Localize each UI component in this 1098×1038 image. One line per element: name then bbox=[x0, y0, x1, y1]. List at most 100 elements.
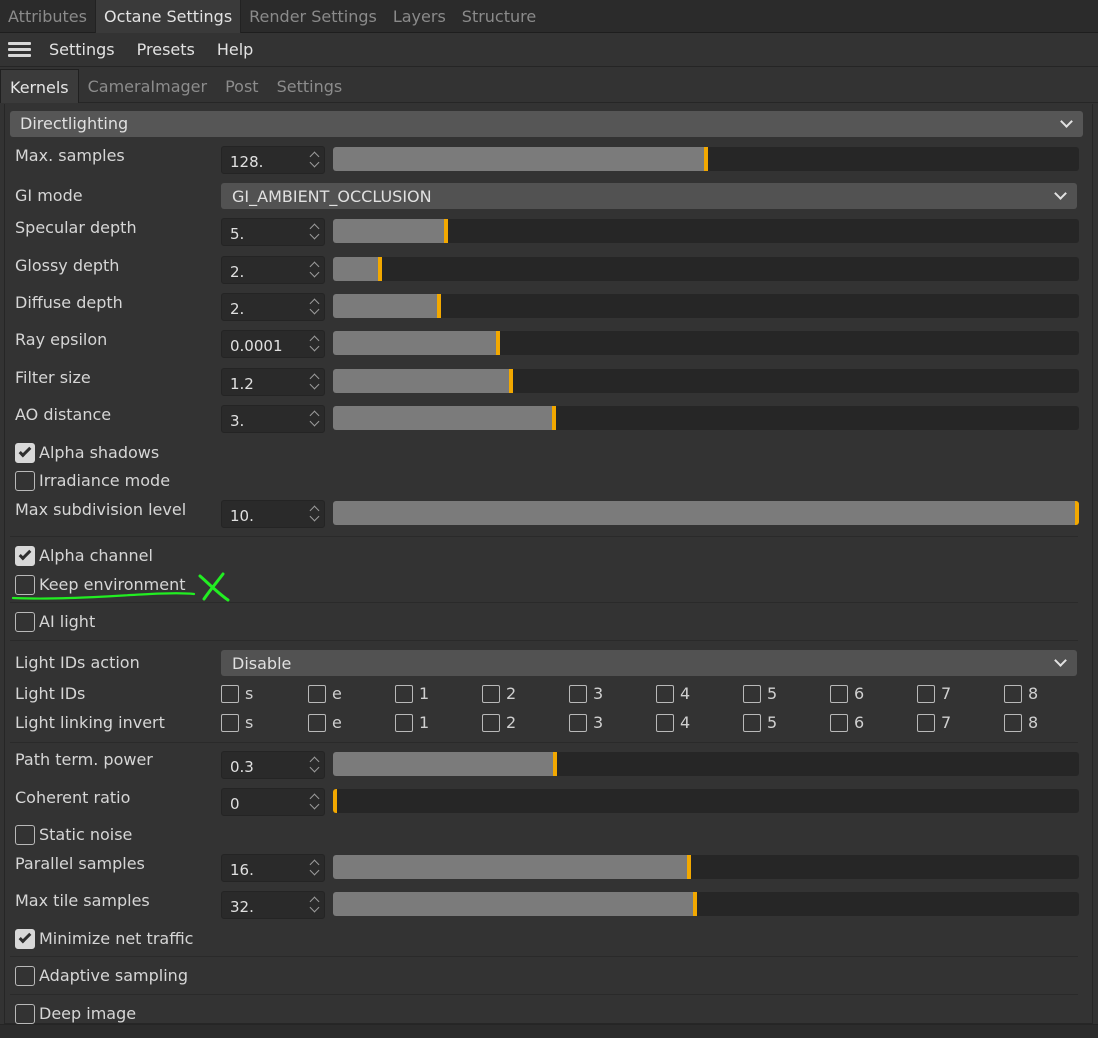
menu-bar: Settings Presets Help bbox=[0, 33, 1098, 67]
max-tile-samples-slider[interactable] bbox=[333, 892, 1079, 916]
slider-handle[interactable] bbox=[704, 147, 708, 171]
light-ids-label-7: 7 bbox=[941, 684, 952, 703]
filter-size-input[interactable]: 1.2 bbox=[221, 368, 325, 396]
light-ids-checkbox-8[interactable] bbox=[1004, 685, 1022, 703]
spinner-icon[interactable] bbox=[309, 149, 321, 171]
slider-handle[interactable] bbox=[693, 892, 697, 916]
coherent-ratio-slider[interactable] bbox=[333, 789, 1079, 813]
spinner-icon[interactable] bbox=[309, 791, 321, 813]
path-term-power-input[interactable]: 0.3 bbox=[221, 751, 325, 779]
spinner-icon[interactable] bbox=[309, 259, 321, 281]
light-linking-invert-checkbox-4[interactable] bbox=[656, 714, 674, 732]
ao-distance-input[interactable]: 3. bbox=[221, 405, 325, 433]
ray-epsilon-slider[interactable] bbox=[333, 331, 1079, 355]
max-subdivision-input[interactable]: 10. bbox=[221, 500, 325, 528]
spinner-icon[interactable] bbox=[309, 503, 321, 525]
deep-image-checkbox[interactable] bbox=[15, 1004, 35, 1024]
slider-handle[interactable] bbox=[1075, 501, 1079, 525]
slider-handle[interactable] bbox=[378, 257, 382, 281]
light-ids-checkbox-5[interactable] bbox=[743, 685, 761, 703]
coherent-ratio-input[interactable]: 0 bbox=[221, 788, 325, 816]
spinner-icon[interactable] bbox=[309, 408, 321, 430]
light-linking-invert-checkbox-8[interactable] bbox=[1004, 714, 1022, 732]
light-ids-checkbox-6[interactable] bbox=[830, 685, 848, 703]
diffuse-depth-input[interactable]: 2. bbox=[221, 293, 325, 321]
max-samples-input[interactable]: 128. bbox=[221, 146, 325, 174]
spinner-icon[interactable] bbox=[309, 857, 321, 879]
light-ids-checkbox-s[interactable] bbox=[221, 685, 239, 703]
slider-handle[interactable] bbox=[687, 855, 691, 879]
slider-handle[interactable] bbox=[509, 369, 513, 393]
spinner-icon[interactable] bbox=[309, 754, 321, 776]
light-ids-action-dropdown[interactable]: Disable bbox=[221, 650, 1077, 676]
spinner-icon[interactable] bbox=[309, 894, 321, 916]
gi-mode-value: GI_AMBIENT_OCCLUSION bbox=[232, 187, 432, 206]
light-linking-invert-checkbox-1[interactable] bbox=[395, 714, 413, 732]
bottom-scroll-area bbox=[0, 1024, 1098, 1038]
parallel-samples-input[interactable]: 16. bbox=[221, 854, 325, 882]
light-ids-checkbox-1[interactable] bbox=[395, 685, 413, 703]
tab-attributes[interactable]: Attributes bbox=[0, 0, 95, 33]
parallel-samples-slider[interactable] bbox=[333, 855, 1079, 879]
spinner-icon[interactable] bbox=[309, 221, 321, 243]
diffuse-depth-slider[interactable] bbox=[333, 294, 1079, 318]
tab-render-settings[interactable]: Render Settings bbox=[241, 0, 385, 33]
alpha-shadows-label: Alpha shadows bbox=[39, 443, 160, 462]
ai-light-checkbox[interactable] bbox=[15, 612, 35, 632]
light-ids-checkbox-4[interactable] bbox=[656, 685, 674, 703]
tab-layers[interactable]: Layers bbox=[385, 0, 454, 33]
filter-size-slider[interactable] bbox=[333, 369, 1079, 393]
slider-handle[interactable] bbox=[552, 406, 556, 430]
specular-depth-input[interactable]: 5. bbox=[221, 218, 325, 246]
light-ids-checkbox-3[interactable] bbox=[569, 685, 587, 703]
light-linking-invert-checkbox-s[interactable] bbox=[221, 714, 239, 732]
light-linking-invert-checkbox-2[interactable] bbox=[482, 714, 500, 732]
max-tile-samples-input[interactable]: 32. bbox=[221, 891, 325, 919]
path-term-power-slider[interactable] bbox=[333, 752, 1079, 776]
adaptive-sampling-checkbox[interactable] bbox=[15, 966, 35, 986]
light-ids-checkbox-2[interactable] bbox=[482, 685, 500, 703]
menu-help[interactable]: Help bbox=[206, 33, 264, 67]
ray-epsilon-input[interactable]: 0.0001 bbox=[221, 330, 325, 358]
static-noise-checkbox[interactable] bbox=[15, 825, 35, 845]
minimize-net-traffic-checkbox[interactable] bbox=[15, 929, 35, 949]
tab-cameraimager[interactable]: CameraImager bbox=[79, 69, 216, 103]
light-linking-invert-checkbox-5[interactable] bbox=[743, 714, 761, 732]
tab-structure[interactable]: Structure bbox=[454, 0, 544, 33]
max-samples-slider[interactable] bbox=[333, 147, 1079, 171]
glossy-depth-slider[interactable] bbox=[333, 257, 1079, 281]
tab-octane-settings[interactable]: Octane Settings bbox=[94, 0, 242, 33]
light-linking-invert-checkbox-e[interactable] bbox=[308, 714, 326, 732]
spinner-icon[interactable] bbox=[309, 371, 321, 393]
keep-environment-checkbox[interactable] bbox=[15, 575, 35, 595]
slider-handle[interactable] bbox=[496, 331, 500, 355]
max-subdivision-slider[interactable] bbox=[333, 501, 1079, 525]
ao-distance-slider[interactable] bbox=[333, 406, 1079, 430]
spinner-icon[interactable] bbox=[309, 296, 321, 318]
gi-mode-dropdown[interactable]: GI_AMBIENT_OCCLUSION bbox=[221, 183, 1077, 209]
hamburger-menu-icon[interactable] bbox=[0, 33, 38, 67]
light-linking-invert-checkbox-3[interactable] bbox=[569, 714, 587, 732]
glossy-depth-input[interactable]: 2. bbox=[221, 256, 325, 284]
light-linking-invert-checkbox-7[interactable] bbox=[917, 714, 935, 732]
menu-presets[interactable]: Presets bbox=[126, 33, 206, 67]
spinner-icon[interactable] bbox=[309, 333, 321, 355]
glossy-depth-value: 2. bbox=[230, 263, 245, 281]
slider-handle[interactable] bbox=[437, 294, 441, 318]
light-ids-checkbox-7[interactable] bbox=[917, 685, 935, 703]
menu-settings[interactable]: Settings bbox=[38, 33, 126, 67]
slider-handle[interactable] bbox=[444, 219, 448, 243]
kernel-type-dropdown[interactable]: Directlighting bbox=[10, 111, 1083, 137]
alpha-shadows-checkbox[interactable] bbox=[15, 443, 35, 463]
alpha-channel-checkbox[interactable] bbox=[15, 546, 35, 566]
light-ids-checkbox-e[interactable] bbox=[308, 685, 326, 703]
tab-settings[interactable]: Settings bbox=[268, 69, 352, 103]
slider-handle[interactable] bbox=[333, 789, 337, 813]
slider-handle[interactable] bbox=[553, 752, 557, 776]
tab-kernels[interactable]: Kernels bbox=[0, 69, 79, 103]
irradiance-mode-checkbox[interactable] bbox=[15, 471, 35, 491]
specular-depth-slider[interactable] bbox=[333, 219, 1079, 243]
tab-post[interactable]: Post bbox=[216, 69, 267, 103]
light-ids-label-s: s bbox=[245, 684, 254, 703]
light-linking-invert-checkbox-6[interactable] bbox=[830, 714, 848, 732]
